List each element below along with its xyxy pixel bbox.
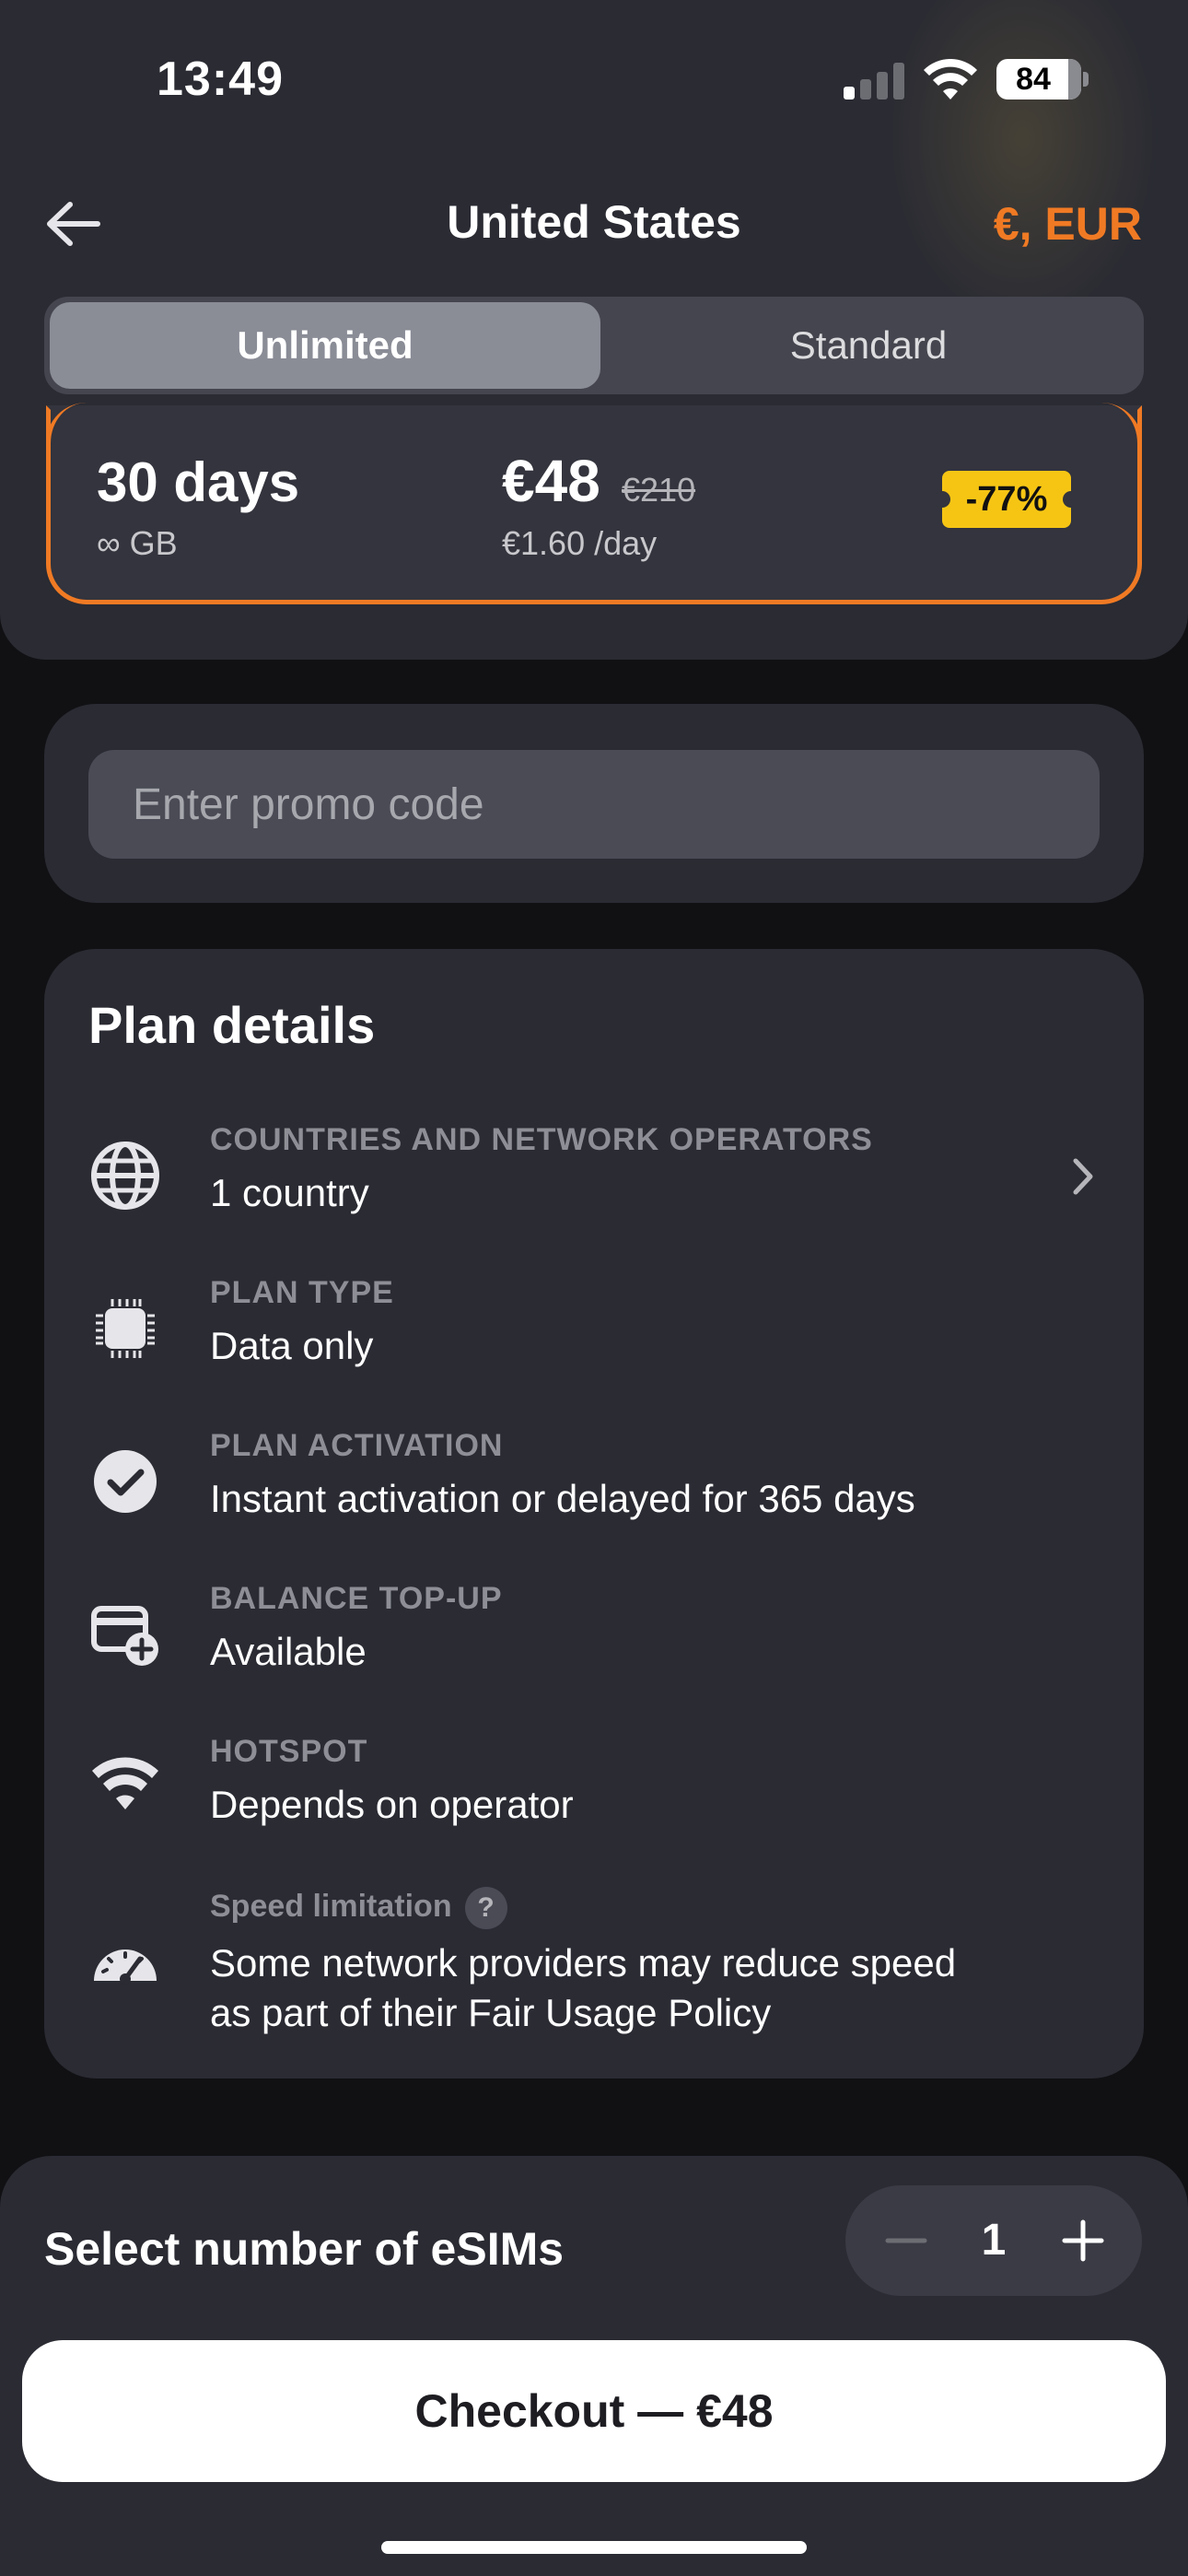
plan-price-per-day: €1.60 /day [502, 524, 658, 562]
plan-price: €48 [502, 448, 600, 514]
detail-row-speed: Speed limitation? Some network providers… [44, 1887, 1144, 2062]
detail-label: Speed limitation [210, 1888, 452, 1924]
detail-label: PLAN ACTIVATION [210, 1428, 504, 1463]
top-panel: 13:49 84 United States €, EUR Unlimited … [0, 0, 1188, 660]
esim-quantity-stepper: 1 [845, 2185, 1142, 2296]
plan-duration: 30 days [97, 451, 300, 513]
status-time: 13:49 [157, 53, 284, 106]
minus-icon[interactable] [871, 2206, 941, 2276]
detail-row-hotspot: HOTSPOT Depends on operator [44, 1734, 1144, 1854]
help-icon[interactable]: ? [464, 1887, 507, 1929]
globe-icon [91, 1142, 159, 1210]
promo-card [44, 704, 1144, 903]
detail-label: BALANCE TOP-UP [210, 1581, 503, 1616]
plan-details-card: Plan details COUNTRIES AND NETWORK OPERA… [44, 949, 1144, 2078]
wifi-icon [924, 59, 977, 100]
checkout-panel: Select number of eSIMs 1 Checkout — €48 [0, 2156, 1188, 2576]
plan-type-tabs: Unlimited Standard [44, 297, 1144, 394]
detail-value: Data only [210, 1324, 374, 1367]
battery-tip [1083, 72, 1089, 87]
card-add-icon [91, 1606, 158, 1666]
detail-value-line: Some network providers may reduce speed [210, 1941, 957, 1985]
detail-row-top-up: BALANCE TOP-UP Available [44, 1581, 1144, 1701]
promo-code-input[interactable] [88, 750, 1100, 859]
wifi-icon [92, 1757, 158, 1809]
plan-details-title: Plan details [88, 996, 376, 1054]
chip-icon [96, 1299, 155, 1358]
checkout-button[interactable]: Checkout — €48 [22, 2340, 1166, 2482]
detail-value: Available [210, 1630, 367, 1673]
cellular-signal-icon [844, 63, 904, 100]
detail-row-activation: PLAN ACTIVATION Instant activation or de… [44, 1428, 1144, 1548]
currency-selector[interactable]: €, EUR [994, 197, 1142, 251]
status-bar: 13:49 84 [0, 0, 1188, 157]
detail-value: Depends on operator [210, 1783, 574, 1826]
chevron-right-icon[interactable] [1065, 1153, 1101, 1200]
check-circle-icon [94, 1450, 157, 1513]
detail-label: HOTSPOT [210, 1734, 368, 1769]
speedometer-icon [94, 1950, 157, 1985]
plus-icon[interactable] [1048, 2206, 1118, 2276]
detail-label-speed: Speed limitation? [210, 1887, 507, 1929]
battery-icon: 84 [996, 59, 1081, 100]
plan-old-price: €210 [622, 471, 696, 509]
plan-data-amount: ∞ GB [97, 524, 178, 562]
selected-plan-card[interactable]: 30 days ∞ GB €48 €210 €1.60 /day -77% [46, 403, 1142, 604]
detail-label: PLAN TYPE [210, 1275, 394, 1310]
detail-row-countries[interactable]: COUNTRIES AND NETWORK OPERATORS 1 countr… [44, 1122, 1144, 1242]
discount-badge: -77% [934, 471, 1079, 528]
detail-value: Instant activation or delayed for 365 da… [210, 1477, 915, 1520]
tab-unlimited[interactable]: Unlimited [50, 302, 600, 389]
detail-row-plan-type: PLAN TYPE Data only [44, 1275, 1144, 1395]
esim-count-value: 1 [981, 2216, 1007, 2265]
detail-value-line: as part of their Fair Usage Policy [210, 1991, 772, 2034]
esim-count-label: Select number of eSIMs [44, 2223, 565, 2275]
detail-value: Some network providers may reduce speed … [210, 1938, 956, 2038]
home-indicator [381, 2541, 807, 2554]
detail-value: 1 country [210, 1171, 369, 1214]
tab-standard[interactable]: Standard [593, 302, 1144, 389]
detail-label: COUNTRIES AND NETWORK OPERATORS [210, 1122, 873, 1157]
